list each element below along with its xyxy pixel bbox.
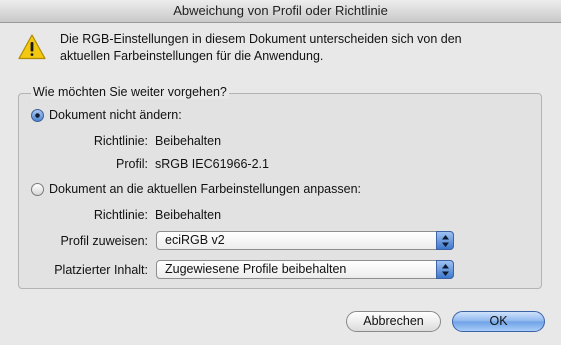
placed-content-label: Platzierter Inhalt: — [54, 263, 148, 277]
radio-convert-document-label[interactable]: Dokument an die aktuellen Farbeinstellun… — [49, 182, 361, 196]
assign-profile-label: Profil zuweisen: — [60, 234, 148, 248]
placed-content-value: Zugewiesene Profile beibehalten — [165, 262, 347, 276]
updown-arrows-icon — [436, 231, 454, 250]
radio-keep-document-label[interactable]: Dokument nicht ändern: — [49, 108, 182, 122]
cancel-button[interactable]: Abbrechen — [346, 311, 441, 332]
options-group-title: Wie möchten Sie weiter vorgehen? — [31, 85, 229, 99]
warning-icon — [18, 34, 46, 60]
keep-profile-key: Profil: — [116, 157, 148, 171]
placed-content-select[interactable]: Zugewiesene Profile beibehalten — [156, 260, 454, 279]
keep-policy-value: Beibehalten — [155, 134, 222, 148]
dialog-title: Abweichung von Profil oder Richtlinie — [0, 0, 561, 23]
ok-button[interactable]: OK — [452, 311, 545, 332]
updown-arrows-icon — [436, 260, 454, 279]
message-line-2: aktuellen Farbeinstellungen für die Anwe… — [60, 49, 324, 63]
convert-policy-value: Beibehalten — [155, 208, 222, 222]
assign-profile-select[interactable]: eciRGB v2 — [156, 231, 454, 250]
radio-keep-document[interactable] — [31, 109, 44, 122]
radio-convert-document[interactable] — [31, 183, 44, 196]
dialog-window: Abweichung von Profil oder Richtlinie Di… — [0, 0, 561, 345]
keep-profile-value: sRGB IEC61966-2.1 — [155, 157, 269, 171]
dialog-message: Die RGB-Einstellungen in diesem Dokument… — [60, 31, 540, 65]
convert-policy-key: Richtlinie: — [93, 208, 148, 222]
keep-policy-key: Richtlinie: — [93, 134, 148, 148]
assign-profile-value: eciRGB v2 — [165, 233, 225, 247]
message-line-1: Die RGB-Einstellungen in diesem Dokument… — [60, 32, 462, 46]
